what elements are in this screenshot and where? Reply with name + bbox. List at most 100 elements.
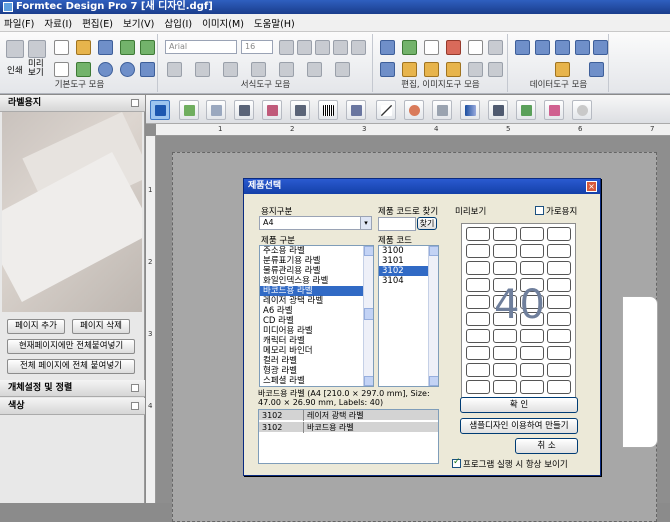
cancel-button[interactable]: 취 소	[515, 438, 578, 454]
paste-current-page-button[interactable]: 현재페이지에만 전체붙여넣기	[7, 339, 135, 354]
landscape-checkbox[interactable]	[535, 206, 544, 215]
data-find-icon[interactable]	[589, 62, 604, 77]
align-middle-icon[interactable]	[279, 62, 294, 77]
print-icon[interactable]	[6, 40, 24, 58]
label-panel-header[interactable]: 라벨용지	[0, 95, 145, 112]
scroll-down-icon[interactable]	[364, 376, 373, 386]
font-bold-icon[interactable]	[315, 40, 330, 55]
expand-icon[interactable]	[131, 402, 139, 410]
category-list[interactable]: 주소용 라벨 분류표기용 라벨 물류관리용 라벨 화일인덱스용 라벨 바코드용 …	[259, 245, 374, 387]
text-spacing-icon[interactable]	[335, 62, 350, 77]
gradient-tool[interactable]	[460, 100, 480, 120]
category-item[interactable]: A6 라벨	[260, 306, 373, 316]
category-item[interactable]: 분류표기용 라벨	[260, 256, 373, 266]
category-item[interactable]: 메모리 바인더	[260, 346, 373, 356]
zoom-in-icon[interactable]	[98, 62, 113, 77]
import-tool[interactable]	[179, 100, 199, 120]
code-list[interactable]: 3100 3101 3102 3104	[378, 245, 439, 387]
ok-button[interactable]: 확 인	[460, 397, 578, 413]
delete-page-button[interactable]: 페이지 삭제	[72, 319, 130, 334]
vertical-text-tool[interactable]	[262, 100, 282, 120]
sample-design-button[interactable]: 샘플디자인 이용하여 만들기	[460, 418, 578, 434]
scroll-thumb[interactable]	[364, 308, 373, 320]
grid-tool[interactable]	[346, 100, 366, 120]
data-back-icon[interactable]	[535, 40, 550, 55]
refresh-icon[interactable]	[120, 40, 135, 55]
align-bottom-icon[interactable]	[307, 62, 322, 77]
font-shadow-icon[interactable]	[351, 40, 366, 55]
triangle-left-icon[interactable]	[468, 62, 483, 77]
table-row[interactable]: 3102 바코드용 라벨	[259, 422, 438, 433]
category-item[interactable]: 스페셜 라벨	[260, 376, 373, 386]
menu-data[interactable]: 자료(I)	[44, 16, 72, 30]
export-icon[interactable]	[140, 40, 155, 55]
category-item[interactable]: 화일인덱스용 라벨	[260, 276, 373, 286]
delete-icon[interactable]	[488, 40, 503, 55]
category-item[interactable]: 캐릭터 라벨	[260, 336, 373, 346]
new-icon[interactable]	[54, 40, 69, 55]
search-button[interactable]: 찾기	[417, 217, 437, 230]
data-next-icon[interactable]	[593, 40, 608, 55]
align-left-icon[interactable]	[167, 62, 182, 77]
paste-all-pages-button[interactable]: 전체 페이지에 전체 붙여넣기	[7, 359, 135, 374]
barcode-tool[interactable]	[318, 100, 338, 120]
clipboard-icon[interactable]	[468, 40, 483, 55]
disc-tool[interactable]	[572, 100, 592, 120]
shape-tool[interactable]	[404, 100, 424, 120]
align-top-icon[interactable]	[251, 62, 266, 77]
category-scrollbar[interactable]	[363, 246, 373, 386]
triangle-right-icon[interactable]	[488, 62, 503, 77]
category-item[interactable]: 컬러 라벨	[260, 356, 373, 366]
zoom-fit-icon[interactable]	[140, 62, 155, 77]
table-tool[interactable]	[432, 100, 452, 120]
image-tool[interactable]	[516, 100, 536, 120]
text-tool[interactable]	[234, 100, 254, 120]
data-search-icon[interactable]	[555, 40, 570, 55]
category-item[interactable]: 형광 라벨	[260, 366, 373, 376]
select-tool[interactable]	[150, 100, 170, 120]
color-panel-header[interactable]: 색상	[0, 398, 145, 415]
image-edit-icon[interactable]	[380, 62, 395, 77]
flip-icon[interactable]	[446, 62, 461, 77]
data-forward-icon[interactable]	[575, 40, 590, 55]
menu-edit[interactable]: 편집(E)	[82, 16, 113, 30]
font-size-combo[interactable]: 16	[241, 40, 273, 54]
expand-icon[interactable]	[131, 384, 139, 392]
panel-menu-icon[interactable]	[131, 99, 139, 107]
line-tool[interactable]	[376, 100, 396, 120]
rotate-right-icon[interactable]	[424, 62, 439, 77]
scroll-up-icon[interactable]	[364, 246, 373, 256]
font-smaller-icon[interactable]	[297, 40, 312, 55]
code-scrollbar[interactable]	[428, 246, 438, 386]
menu-file[interactable]: 파일(F)	[4, 16, 34, 30]
open-icon[interactable]	[76, 40, 91, 55]
category-item[interactable]: 주소용 라벨	[260, 246, 373, 256]
page-icon[interactable]	[54, 62, 69, 77]
data-merge-icon[interactable]	[555, 62, 570, 77]
align-center-icon[interactable]	[195, 62, 210, 77]
add-page-button[interactable]: 페이지 추가	[7, 319, 65, 334]
category-item[interactable]: 레이저 광택 라벨	[260, 296, 373, 306]
cut-icon[interactable]	[446, 40, 461, 55]
show-on-startup-checkbox[interactable]	[452, 457, 461, 468]
page-add-icon[interactable]	[76, 62, 91, 77]
preview-icon[interactable]	[28, 40, 46, 58]
menu-image[interactable]: 이미지(M)	[202, 16, 244, 30]
paste-icon[interactable]	[424, 40, 439, 55]
category-item-selected[interactable]: 바코드용 라벨	[260, 286, 373, 296]
align-right-icon[interactable]	[223, 62, 238, 77]
number-tool[interactable]	[290, 100, 310, 120]
menu-view[interactable]: 보기(V)	[123, 16, 154, 30]
font-italic-icon[interactable]	[333, 40, 348, 55]
table-row[interactable]: 3102 레이저 광택 라벨	[259, 410, 438, 421]
object-panel-header[interactable]: 개체설정 및 정렬	[0, 380, 145, 397]
save-icon[interactable]	[98, 40, 113, 55]
zoom-out-icon[interactable]	[120, 62, 135, 77]
menu-help[interactable]: 도움말(H)	[254, 16, 295, 30]
font-larger-icon[interactable]	[279, 40, 294, 55]
page-tool[interactable]	[206, 100, 226, 120]
category-item[interactable]: 물류관리용 라벨	[260, 266, 373, 276]
category-item[interactable]: CD 라벨	[260, 316, 373, 326]
paper-type-select[interactable]: A4 ▾	[259, 216, 372, 230]
close-icon[interactable]: ×	[586, 181, 597, 192]
